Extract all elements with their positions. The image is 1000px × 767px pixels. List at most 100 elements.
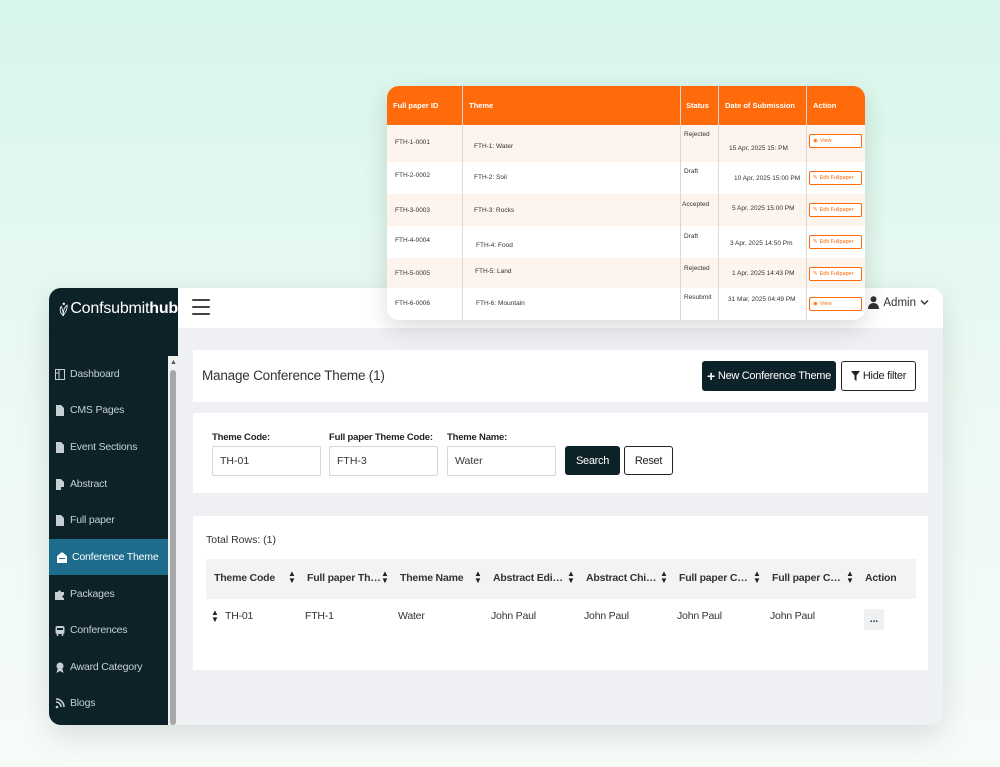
leaf-logo-icon: [59, 302, 68, 317]
edit-fullpaper-button[interactable]: ✎ Edit Fullpaper: [809, 171, 862, 185]
puzzle-icon: [55, 590, 64, 600]
table-header: Theme Code ▲▼ Full paper Theme Code ▲▼ T…: [206, 559, 916, 599]
sidebar-item-conference-theme[interactable]: Conference Theme: [49, 539, 168, 575]
column-header-theme: Theme: [469, 101, 494, 110]
hamburger-menu-icon[interactable]: [192, 299, 210, 315]
dashboard-icon: [55, 368, 65, 380]
sidebar-item-award-category[interactable]: Award Category: [49, 649, 168, 685]
cell-fp-coordinator: John Paul: [677, 610, 722, 622]
cell-date: 3 Apr, 2025 14:50 Pm: [730, 240, 793, 247]
cell-date: 15 Apr, 2025 15: PM: [729, 145, 788, 152]
more-actions-button[interactable]: ...: [864, 609, 884, 630]
theme-name-input[interactable]: Water: [447, 446, 556, 476]
sort-icon[interactable]: ▲ ▼: [753, 570, 761, 585]
theme-name-label: Theme Name:: [447, 432, 508, 443]
sidebar-item-label: Abstract: [70, 478, 107, 490]
row-drag-icon[interactable]: ▲ ▼: [211, 609, 219, 624]
column-header-status: Status: [686, 101, 709, 110]
sidebar-item-packages[interactable]: Packages: [49, 576, 168, 612]
edit-icon: ✎: [813, 175, 818, 181]
scroll-up-icon[interactable]: ▲: [170, 359, 177, 366]
cell-theme-name: Water: [398, 610, 425, 622]
edit-label: Edit Fullpaper: [819, 207, 854, 213]
sidebar-item-label: Award Category: [70, 661, 143, 673]
brand-name-bold: hub: [149, 300, 178, 317]
sort-icon[interactable]: ▲ ▼: [660, 570, 668, 585]
cell-fp-theme-code: FTH-1: [305, 610, 334, 622]
sidebar-item-dashboard[interactable]: Dashboard: [49, 356, 168, 392]
cell-id: FTH-2-0002: [395, 172, 431, 179]
table-row: FTH-5-0005 FTH-5: Land Rejected 1 Apr, 2…: [387, 258, 865, 288]
column-header-abstract-editor[interactable]: Abstract Editor: [493, 572, 565, 584]
cell-id: FTH-6-0006: [395, 300, 431, 307]
brand-name: Confsubmit: [70, 300, 150, 317]
cell-fp-chief-editor: John Paul: [770, 610, 815, 622]
brand-logo[interactable]: Confsubmit hub: [49, 288, 178, 330]
edit-fullpaper-button[interactable]: ✎ Edit Fullpaper: [809, 203, 862, 217]
hide-filter-button[interactable]: Hide filter: [841, 361, 916, 391]
sidebar-item-label: CMS Pages: [70, 404, 125, 416]
edit-icon: ✎: [813, 271, 818, 277]
user-icon: [868, 296, 880, 309]
column-header-fp-chief-editor[interactable]: Full paper Chief Editor: [772, 572, 846, 584]
view-button[interactable]: ◉ View: [809, 297, 862, 311]
sidebar-item-abstract[interactable]: Abstract: [49, 466, 168, 502]
scrollbar-thumb[interactable]: [170, 370, 176, 725]
fp-theme-code-input[interactable]: FTH-3: [329, 446, 438, 476]
cell-date: 10 Apr, 2025 15:00 PM: [734, 175, 801, 182]
sidebar-item-label: Event Sections: [70, 441, 138, 453]
sidebar-item-event-sections[interactable]: Event Sections: [49, 429, 168, 465]
sidebar-item-blogs[interactable]: Blogs: [49, 685, 168, 721]
total-rows: Total Rows: (1): [206, 534, 277, 546]
user-menu[interactable]: Admin: [868, 296, 929, 309]
table-row: FTH-6-0006 FTH-6: Mountain Resubmit 31 M…: [387, 288, 865, 320]
results-table-card: Total Rows: (1) Theme Code ▲ ▼ Full paper…: [193, 516, 928, 670]
cell-status: Resubmit: [684, 294, 712, 301]
sidebar-item-conferences[interactable]: Conferences: [49, 612, 168, 648]
column-header-theme-name[interactable]: Theme Name: [400, 572, 470, 584]
column-divider: [718, 86, 719, 320]
sidebar-scrollbar[interactable]: ▲: [168, 356, 178, 725]
sidebar-item-label: Conferences: [70, 624, 128, 636]
sidebar-item-full-paper[interactable]: Full paper: [49, 502, 168, 538]
cell-theme: FTH-6: Mountain: [476, 300, 525, 307]
cell-abstract-editor: John Paul: [491, 610, 536, 622]
document-icon: [56, 478, 64, 490]
view-button[interactable]: ◉ View: [809, 134, 862, 148]
sidebar-item-label: Conference Theme: [72, 551, 159, 563]
sort-icon[interactable]: ▲ ▼: [288, 570, 296, 585]
building-icon: [57, 551, 67, 563]
sort-icon[interactable]: ▲ ▼: [381, 570, 389, 585]
edit-label: Edit Fullpaper: [819, 271, 854, 277]
sort-icon[interactable]: ▲ ▼: [846, 570, 854, 585]
fp-theme-code-label: Full paper Theme Code:: [329, 432, 433, 443]
sidebar-item-cms-pages[interactable]: CMS Pages: [49, 392, 168, 428]
new-conference-theme-button[interactable]: + New Conference Theme: [702, 361, 836, 391]
document-icon: [56, 514, 64, 526]
user-name: Admin: [883, 296, 916, 309]
bus-icon: [55, 625, 65, 636]
cell-theme: FTH-1: Water: [474, 143, 514, 150]
filter-panel: Theme Code: TH-01 Full paper Theme Code:…: [193, 413, 928, 493]
theme-code-input[interactable]: TH-01: [212, 446, 321, 476]
float-table-header: Full paper ID Theme Status Date of Submi…: [387, 86, 865, 125]
cell-id: FTH-5-0005: [395, 270, 431, 277]
sort-icon[interactable]: ▲ ▼: [474, 570, 482, 585]
file-icon: [56, 404, 64, 416]
edit-fullpaper-button[interactable]: ✎ Edit Fullpaper: [809, 235, 862, 249]
column-header-fp-theme-code[interactable]: Full paper Theme Code: [307, 572, 381, 584]
cell-status: Draft: [684, 233, 699, 240]
table-row: FTH-3-0003 FTH-3: Rocks Accepted 5 Apr, …: [387, 194, 865, 226]
table-row: FTH-1-0001 FTH-1: Water Rejected 15 Apr,…: [387, 125, 865, 162]
cell-theme: FTH-5: Land: [475, 268, 512, 275]
column-header-abstract-chief-editor[interactable]: Abstract Chief Editor: [586, 572, 659, 584]
edit-fullpaper-button[interactable]: ✎ Edit Fullpaper: [809, 267, 862, 281]
reset-button[interactable]: Reset: [624, 446, 673, 475]
hide-filter-label: Hide filter: [862, 370, 907, 382]
search-button[interactable]: Search: [565, 446, 620, 475]
column-header-theme-code[interactable]: Theme Code: [214, 572, 284, 584]
column-header-fp-coordinator[interactable]: Full paper Co-ordinator: [679, 572, 753, 584]
filter-icon: [850, 371, 860, 381]
sort-icon[interactable]: ▲ ▼: [567, 570, 575, 585]
full-paper-table-popout: Full paper ID Theme Status Date of Submi…: [387, 86, 865, 320]
